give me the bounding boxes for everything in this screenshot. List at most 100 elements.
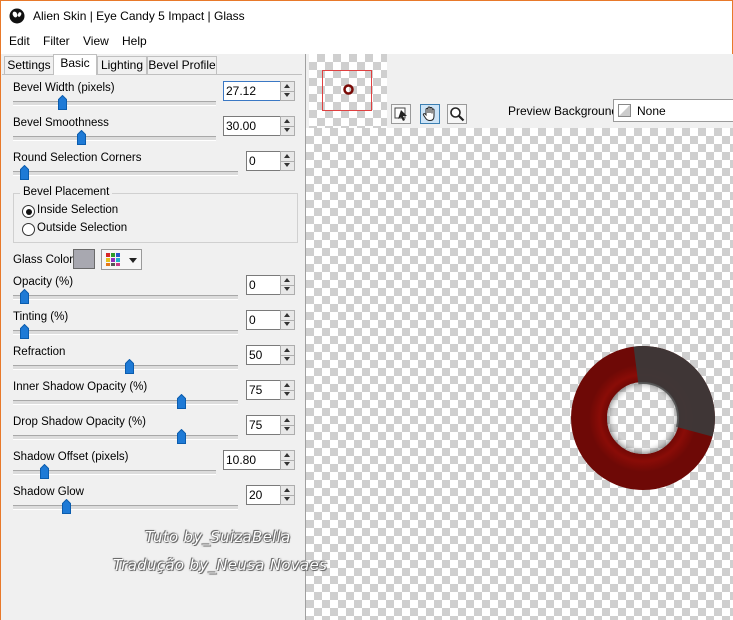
refraction-label: Refraction xyxy=(13,346,66,358)
refraction-field[interactable] xyxy=(247,346,280,364)
bevel-smoothness-slider[interactable] xyxy=(13,136,216,141)
zoom-tool-button[interactable] xyxy=(391,104,411,124)
spin-down-arrow-icon[interactable] xyxy=(281,425,294,434)
opacity-slider[interactable] xyxy=(13,295,238,300)
drop-shadow-opacity-spin-buttons[interactable] xyxy=(280,415,295,435)
menu-filter[interactable]: Filter xyxy=(43,34,70,48)
drop-shadow-opacity-slider[interactable] xyxy=(13,435,238,440)
bevel-width-field[interactable] xyxy=(223,81,281,101)
color-palette-dropdown[interactable] xyxy=(101,249,142,270)
spin-down-arrow-icon[interactable] xyxy=(281,126,294,135)
menu-view[interactable]: View xyxy=(83,34,109,48)
outside-selection-radio[interactable] xyxy=(22,223,35,236)
opacity-spin-buttons[interactable] xyxy=(280,275,295,295)
glass-color-label: Glass Color xyxy=(13,254,74,266)
bevel-placement-title: Bevel Placement xyxy=(20,186,113,198)
spin-down-arrow-icon[interactable] xyxy=(281,161,294,170)
refraction-spin-buttons[interactable] xyxy=(280,345,295,365)
bevel-smoothness-field[interactable] xyxy=(224,117,280,135)
inside-selection-radio[interactable] xyxy=(22,205,35,218)
tinting-spinner[interactable] xyxy=(246,310,295,330)
bevel-width-spinner[interactable] xyxy=(223,81,295,101)
watermark-line-2: Tradução by_Neusa Novaes xyxy=(113,556,328,574)
inner-shadow-opacity-spin-buttons[interactable] xyxy=(280,380,295,400)
tinting-slider-thumb[interactable] xyxy=(20,324,29,339)
magnifier-icon xyxy=(450,107,465,122)
shadow-offset-field[interactable] xyxy=(224,451,280,469)
opacity-field[interactable] xyxy=(247,276,280,294)
round-corners-slider-thumb[interactable] xyxy=(20,165,29,180)
spin-down-arrow-icon[interactable] xyxy=(281,495,294,504)
drop-shadow-opacity-slider-thumb[interactable] xyxy=(177,429,186,444)
tab-lighting[interactable]: Lighting xyxy=(97,56,147,76)
inner-shadow-opacity-label: Inner Shadow Opacity (%) xyxy=(13,381,148,393)
drop-shadow-opacity-label: Drop Shadow Opacity (%) xyxy=(13,416,146,428)
chevron-down-icon xyxy=(129,258,137,263)
shadow-offset-slider-thumb[interactable] xyxy=(40,464,49,479)
spin-down-arrow-icon[interactable] xyxy=(281,285,294,294)
bevel-width-label: Bevel Width (pixels) xyxy=(13,82,115,94)
round-corners-field[interactable] xyxy=(247,152,280,170)
shadow-glow-label: Shadow Glow xyxy=(13,486,84,498)
refraction-slider-thumb[interactable] xyxy=(125,359,134,374)
refraction-spinner[interactable] xyxy=(246,345,295,365)
tab-bevel-profile[interactable]: Bevel Profile xyxy=(147,56,217,76)
glass-color-swatch[interactable] xyxy=(73,249,95,269)
pan-tool-button[interactable] xyxy=(420,104,440,124)
opacity-slider-thumb[interactable] xyxy=(20,289,29,304)
bevel-placement-group xyxy=(13,193,298,243)
spin-down-arrow-icon[interactable] xyxy=(281,91,294,100)
inner-shadow-opacity-field[interactable] xyxy=(247,381,280,399)
shadow-glow-spinner[interactable] xyxy=(246,485,295,505)
bevel-width-slider[interactable] xyxy=(13,101,216,106)
menu-edit[interactable]: Edit xyxy=(9,34,30,48)
drop-shadow-opacity-field[interactable] xyxy=(247,416,280,434)
tab-basic[interactable]: Basic xyxy=(53,54,97,75)
menu-bar: Edit Filter View Help xyxy=(1,31,732,51)
shadow-offset-label: Shadow Offset (pixels) xyxy=(13,451,129,463)
shadow-glow-field[interactable] xyxy=(247,486,280,504)
alien-skin-logo-icon xyxy=(9,8,25,24)
preview-canvas[interactable] xyxy=(306,128,733,620)
spin-down-arrow-icon[interactable] xyxy=(281,390,294,399)
inner-shadow-opacity-spinner[interactable] xyxy=(246,380,295,400)
ring-inner-shadow xyxy=(607,382,679,454)
navigator-thumbnail[interactable] xyxy=(309,54,387,128)
tinting-slider[interactable] xyxy=(13,330,238,335)
outside-selection-label[interactable]: Outside Selection xyxy=(37,222,127,234)
shadow-offset-spin-buttons[interactable] xyxy=(280,450,295,470)
bevel-smoothness-spin-buttons[interactable] xyxy=(280,116,295,136)
tinting-label: Tinting (%) xyxy=(13,311,69,323)
inner-shadow-opacity-slider-thumb[interactable] xyxy=(177,394,186,409)
round-corners-spinner[interactable] xyxy=(246,151,295,171)
tinting-spin-buttons[interactable] xyxy=(280,310,295,330)
shadow-offset-spinner[interactable] xyxy=(223,450,295,470)
preview-toolbar: Preview Background: None xyxy=(306,54,733,128)
inside-selection-label[interactable]: Inside Selection xyxy=(37,204,118,216)
glass-ring-preview xyxy=(571,345,715,490)
shadow-glow-slider-thumb[interactable] xyxy=(62,499,71,514)
bevel-width-slider-thumb[interactable] xyxy=(58,95,67,110)
bevel-smoothness-slider-thumb[interactable] xyxy=(77,130,86,145)
preview-background-select[interactable]: None xyxy=(613,99,733,122)
bevel-smoothness-spinner[interactable] xyxy=(223,116,295,136)
spin-down-arrow-icon[interactable] xyxy=(281,355,294,364)
watermark-line-1: Tuto by_SuizaBella xyxy=(145,528,291,546)
inner-shadow-opacity-slider[interactable] xyxy=(13,400,238,405)
tab-settings[interactable]: Settings xyxy=(4,56,54,76)
spin-down-arrow-icon[interactable] xyxy=(281,320,294,329)
spin-down-arrow-icon[interactable] xyxy=(281,460,294,469)
title-bar: Alien Skin | Eye Candy 5 Impact | Glass xyxy=(1,1,732,31)
tinting-field[interactable] xyxy=(247,311,280,329)
menu-help[interactable]: Help xyxy=(122,34,147,48)
shadow-glow-slider[interactable] xyxy=(13,505,238,510)
drop-shadow-opacity-spinner[interactable] xyxy=(246,415,295,435)
background-swatch-icon xyxy=(618,104,631,117)
magnify-tool-button[interactable] xyxy=(447,104,467,124)
round-corners-slider[interactable] xyxy=(13,171,238,176)
opacity-spinner[interactable] xyxy=(246,275,295,295)
shadow-glow-spin-buttons[interactable] xyxy=(280,485,295,505)
thumbnail-ring xyxy=(343,84,354,95)
round-corners-spin-buttons[interactable] xyxy=(280,151,295,171)
bevel-width-spin-buttons[interactable] xyxy=(280,81,295,101)
